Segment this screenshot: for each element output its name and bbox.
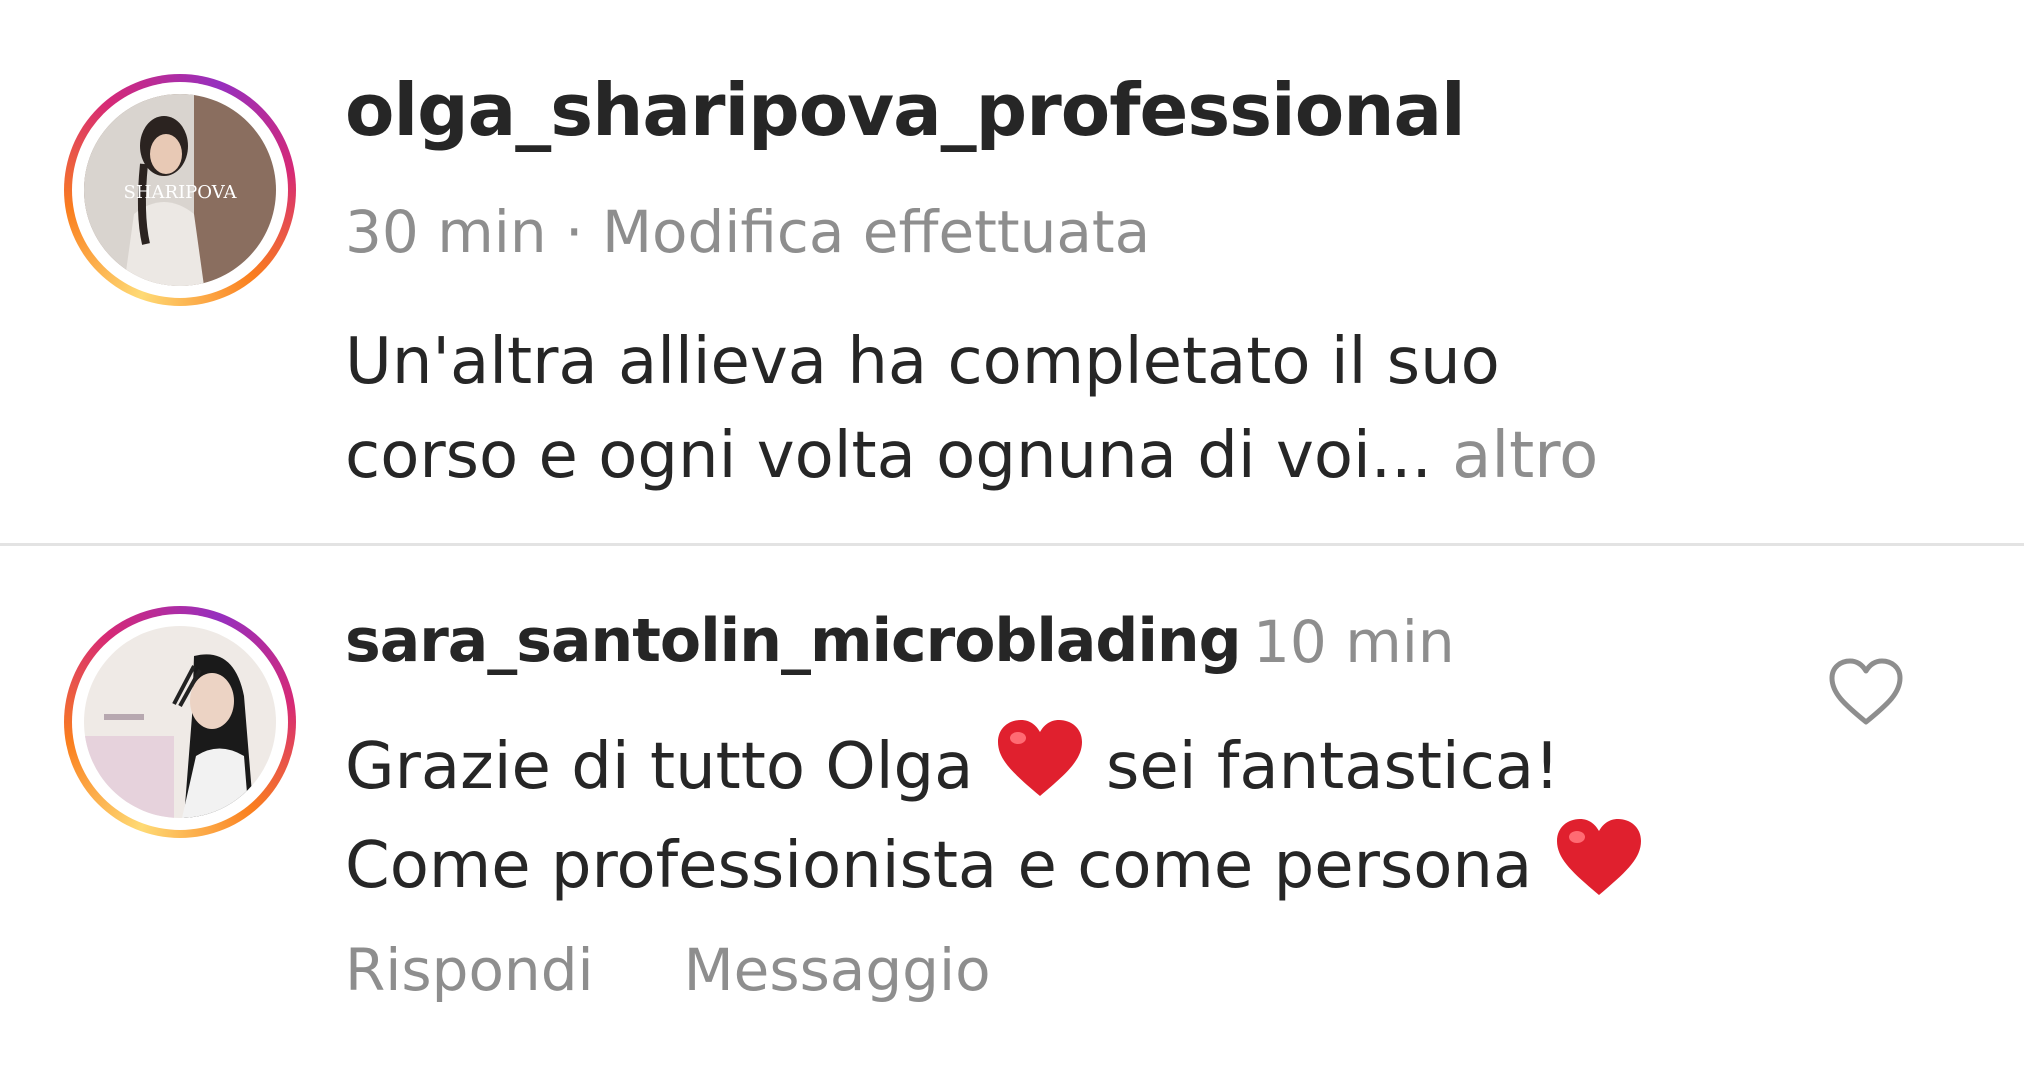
commenter-avatar[interactable]	[64, 606, 296, 838]
comment-text-part-1: Grazie di tutto Olga	[345, 730, 994, 804]
post-caption-section: SHARIPOVA olga_sharipova_professional 30…	[0, 0, 2024, 540]
post-meta: 30 min · Modifica effettuata	[345, 198, 1150, 266]
avatar-logo-text: SHARIPOVA	[123, 182, 237, 203]
comment-actions: Rispondi Messaggio	[345, 936, 991, 1004]
avatar-image: SHARIPOVA	[84, 94, 276, 286]
comment-author-username[interactable]: sara_santolin_microblading	[345, 606, 1242, 676]
comment-time: 10 min	[1253, 608, 1455, 676]
more-link[interactable]: altro	[1432, 419, 1598, 493]
message-button[interactable]: Messaggio	[684, 936, 991, 1004]
post-time: 30 min	[345, 198, 547, 266]
red-heart-emoji-icon	[1556, 819, 1641, 895]
heart-outline-icon[interactable]	[1826, 656, 1906, 728]
post-author-avatar[interactable]: SHARIPOVA	[64, 74, 296, 306]
caption-line-2: corso e ogni volta ognuna di voi...	[345, 419, 1432, 493]
comment-text: Grazie di tutto Olga sei fantastica! Com…	[345, 716, 1845, 914]
post-author-username[interactable]: olga_sharipova_professional	[345, 68, 1466, 152]
comment-item: sara_santolin_microblading 10 min Grazie…	[0, 546, 2024, 1071]
edited-label: Modifica effettuata	[601, 198, 1151, 266]
red-heart-emoji-icon	[997, 720, 1082, 796]
reply-button[interactable]: Rispondi	[345, 936, 594, 1004]
comment-text-part-2: sei fantastica!	[1085, 730, 1560, 804]
meta-separator: ·	[546, 198, 602, 266]
caption-line-1: Un'altra allieva ha completato il suo	[345, 325, 1500, 399]
comment-text-part-3: Come professionista e come persona	[345, 829, 1553, 903]
avatar-image	[84, 626, 276, 818]
post-caption: Un'altra allieva ha completato il suo co…	[345, 315, 1745, 503]
